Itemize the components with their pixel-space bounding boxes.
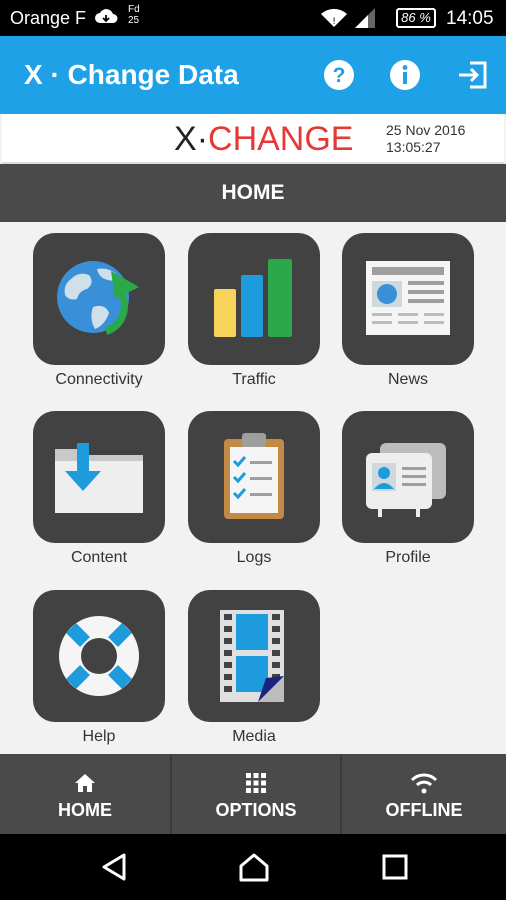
nav-home[interactable]: HOME [0, 754, 170, 834]
tile-label-help: Help [82, 728, 116, 745]
tile-label-media: Media [232, 728, 276, 745]
notification-text: Fd 25 [128, 4, 140, 26]
help-icon[interactable]: ? [322, 58, 356, 92]
clipboard-icon [224, 433, 284, 519]
tile-label-connectivity: Connectivity [55, 371, 143, 388]
page-title: HOME [0, 164, 506, 222]
clock: 14:05 [446, 8, 494, 29]
cloud-icon [94, 7, 118, 30]
wifi-icon [410, 773, 438, 794]
nav-offline-label: OFFLINE [385, 800, 463, 820]
home-button-icon[interactable] [238, 852, 270, 882]
bar-chart-icon [214, 259, 292, 337]
brand-bar: X·CHANGE 25 Nov 2016 13:05:27 [2, 114, 504, 164]
signal-icon [354, 7, 376, 34]
grid-icon [246, 773, 266, 793]
tile-label-news: News [387, 371, 428, 388]
tile-logs[interactable] [188, 411, 320, 543]
xchange-logo: X·CHANGE [174, 120, 354, 158]
lifebuoy-icon [59, 616, 139, 696]
tile-connectivity[interactable] [33, 233, 165, 365]
nav-options[interactable]: OPTIONS [172, 754, 340, 834]
nav-options-label: OPTIONS [215, 800, 297, 820]
tile-content[interactable] [33, 411, 165, 543]
tile-label-profile: Profile [385, 549, 431, 566]
last-sync-timestamp: 25 Nov 2016 13:05:27 [386, 122, 465, 156]
status-bar: Orange F Fd 25 ! 86 % 14:05 [0, 0, 506, 36]
nav-offline[interactable]: OFFLINE [342, 754, 506, 834]
back-icon[interactable] [100, 852, 128, 882]
sync-date: 25 Nov 2016 [386, 122, 466, 138]
app-bar: X · Change Data ? [0, 36, 506, 114]
tile-traffic[interactable] [188, 233, 320, 365]
id-card-icon [366, 443, 446, 517]
sync-time: 13:05:27 [386, 139, 441, 155]
svg-text:!: ! [332, 17, 336, 27]
app-title: X · Change Data [24, 59, 239, 90]
tile-help[interactable] [33, 590, 165, 722]
tile-label-logs: Logs [236, 549, 272, 566]
carrier-name: Orange F [10, 8, 87, 28]
tile-label-traffic: Traffic [232, 371, 276, 388]
globe-icon [57, 261, 139, 335]
tile-label-content: Content [70, 549, 128, 566]
logout-icon[interactable] [456, 58, 490, 92]
svg-text:?: ? [333, 64, 346, 87]
tile-news[interactable] [342, 233, 474, 365]
battery-indicator: 86 % [396, 8, 436, 28]
film-icon [220, 610, 284, 702]
recent-apps-icon[interactable] [381, 852, 409, 882]
folder-download-icon [55, 443, 143, 513]
wifi-icon: ! [320, 8, 348, 33]
bottom-nav: HOME OPTIONS OFFLINE [0, 754, 506, 834]
newspaper-icon [366, 261, 450, 335]
home-icon [75, 774, 95, 792]
system-nav-bar [0, 834, 506, 900]
info-icon[interactable] [388, 58, 422, 92]
tile-media[interactable] [188, 590, 320, 722]
tile-profile[interactable] [342, 411, 474, 543]
nav-home-label: HOME [58, 800, 112, 820]
